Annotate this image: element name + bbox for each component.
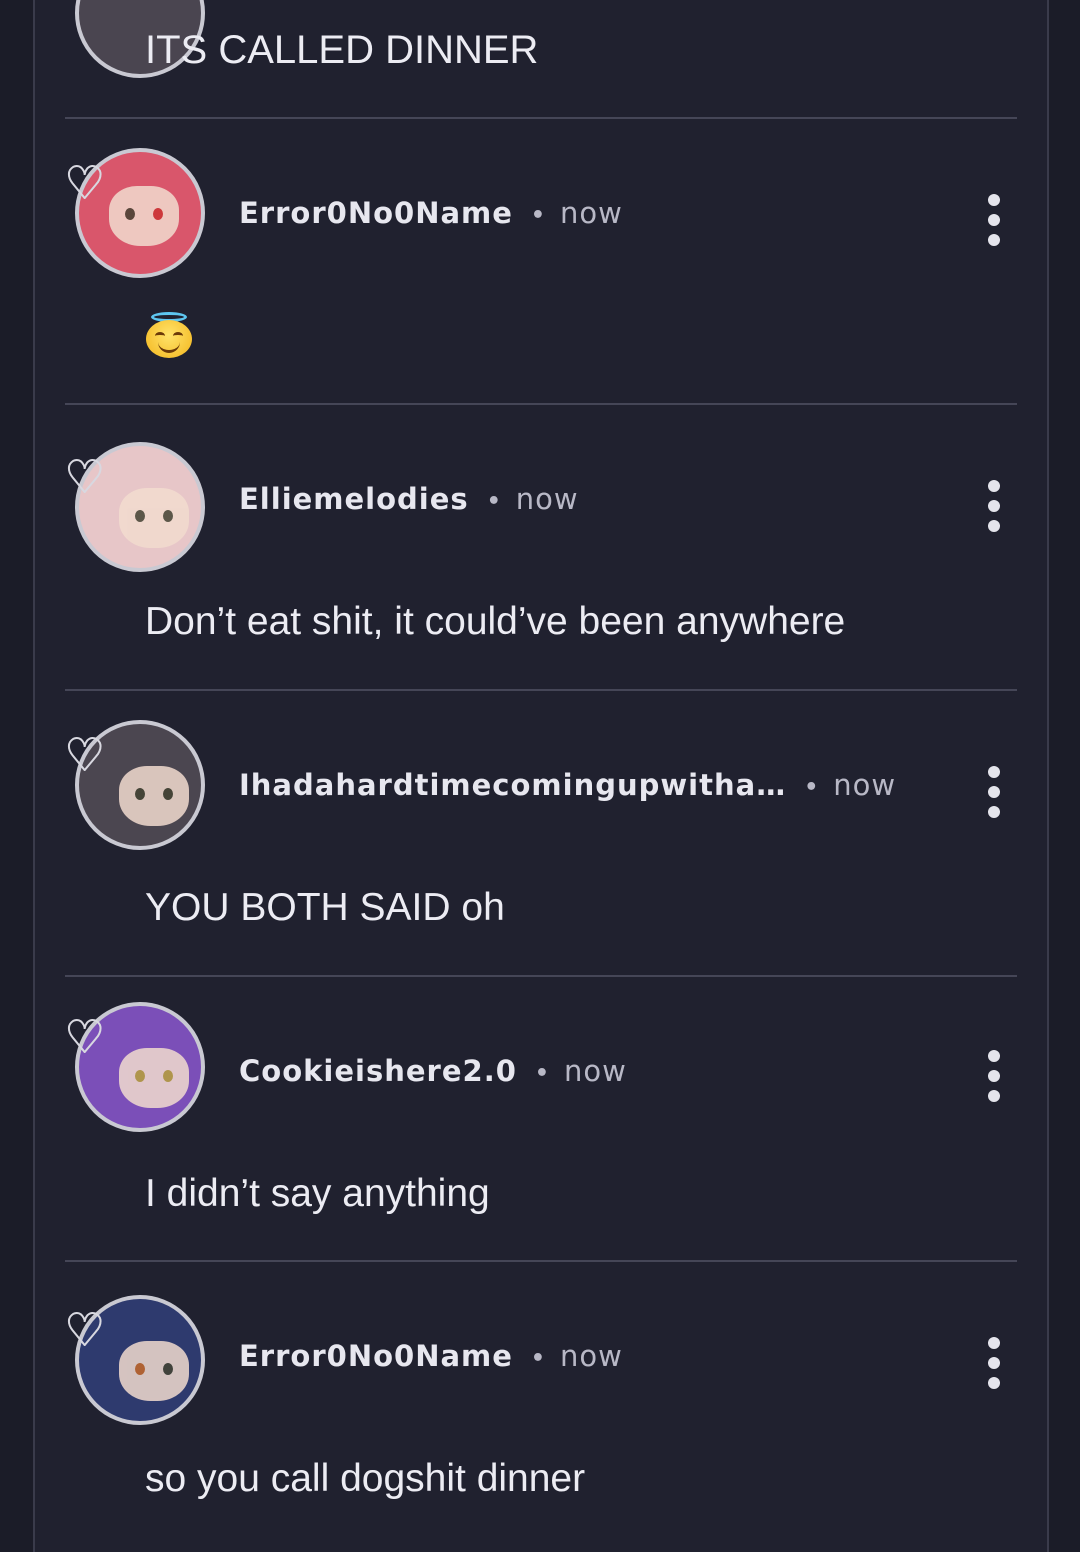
avatar-face (119, 1341, 189, 1401)
username[interactable]: Ihadahardtimecomingupwitha… (239, 768, 786, 802)
separator-dot: • (530, 1345, 546, 1371)
comment-item: ♥ Cookieishere2.0 • now I didn’t say anyth… (0, 976, 1080, 1262)
comment-item: ♥ Ihadahardtimecomingupwitha… • now YOU BO… (0, 690, 1080, 976)
comment-author[interactable]: Error0No0Name • now (239, 1339, 623, 1373)
timestamp: now (515, 482, 579, 516)
comment-body: ITS CALLED DINNER (145, 28, 539, 72)
username[interactable]: Cookieishere2.0 (239, 1054, 517, 1088)
comment-body: so you call dogshit dinner (145, 1457, 586, 1500)
timestamp: now (559, 196, 623, 230)
more-options-icon[interactable] (982, 1337, 1006, 1391)
avatar[interactable]: ♥ (64, 994, 215, 1144)
comment-author[interactable]: Ihadahardtimecomingupwitha… • now (239, 768, 896, 802)
comment-item: ♥ Elliemelodies • now Don’t eat shit, it c… (0, 404, 1080, 690)
timestamp: now (563, 1054, 627, 1088)
separator-dot: • (534, 1060, 550, 1086)
comment-body: YOU BOTH SAID oh (145, 886, 505, 929)
username[interactable]: Elliemelodies (239, 482, 469, 516)
comment-author[interactable]: Cookieishere2.0 • now (239, 1054, 627, 1088)
heart-icon: ♥ (64, 158, 105, 209)
timestamp: now (833, 768, 897, 802)
comment-item: ♥ Error0No0Name • now (0, 118, 1080, 404)
avatar[interactable]: ♥ (64, 712, 215, 862)
avatar-face (119, 766, 189, 826)
heart-icon: ♥ (64, 452, 105, 503)
username[interactable]: Error0No0Name (239, 196, 513, 230)
timestamp: now (559, 1339, 623, 1373)
heart-icon: ♥ (64, 1305, 105, 1356)
more-options-icon[interactable] (982, 1050, 1006, 1104)
comment-body: I didn’t say anything (145, 1172, 490, 1215)
more-options-icon[interactable] (982, 766, 1006, 820)
more-options-icon[interactable] (982, 480, 1006, 534)
avatar-face (119, 488, 189, 548)
smiling-face-with-halo-icon (146, 312, 192, 358)
separator-dot: • (486, 488, 502, 514)
avatar-face (119, 1048, 189, 1108)
separator-dot: • (530, 202, 546, 228)
comment-author[interactable]: Elliemelodies • now (239, 482, 579, 516)
avatar-face (109, 186, 179, 246)
comment-item: ♥ Error0No0Name • now so you call dogshit … (0, 1261, 1080, 1547)
heart-icon: ♥ (64, 730, 105, 781)
avatar[interactable]: ♥ (64, 1287, 215, 1437)
separator-dot: • (804, 774, 820, 800)
comment-author[interactable]: Error0No0Name • now (239, 196, 623, 230)
more-options-icon[interactable] (982, 194, 1006, 248)
heart-icon: ♥ (64, 1012, 105, 1063)
avatar[interactable]: ♥ (64, 434, 215, 584)
comment-body: Don’t eat shit, it could’ve been anywher… (145, 600, 846, 643)
avatar[interactable]: ♥ (64, 140, 215, 290)
username[interactable]: Error0No0Name (239, 1339, 513, 1373)
